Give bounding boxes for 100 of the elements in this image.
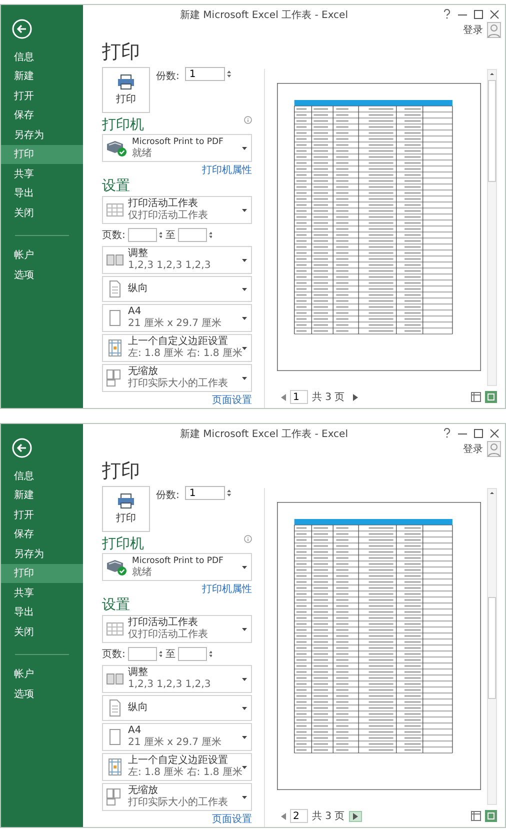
- copies-label: 份数:: [156, 70, 180, 83]
- back-button[interactable]: [12, 19, 32, 39]
- section-heading: 设置: [102, 177, 131, 195]
- window-title: 新建 Microsoft Excel 工作表 - Excel: [179, 8, 349, 22]
- scrollbar[interactable]: [487, 488, 497, 805]
- orientation-dropdown[interactable]: 纵向: [102, 276, 252, 302]
- caret-icon: [242, 288, 247, 290]
- nav-item[interactable]: 保存: [1, 106, 83, 125]
- spinner-icon[interactable]: [208, 649, 212, 659]
- page-heading: 打印: [102, 41, 141, 63]
- back-button[interactable]: [12, 438, 32, 458]
- nav-item[interactable]: 新建: [1, 486, 83, 505]
- caret-icon: [242, 766, 247, 768]
- page-from-field[interactable]: [128, 647, 156, 661]
- nav-item[interactable]: 导出: [1, 602, 83, 622]
- next-arrow-icon: [352, 394, 358, 400]
- copies-label: 份数:: [156, 489, 180, 502]
- window-title: 新建 Microsoft Excel 工作表 - Excel: [179, 428, 349, 441]
- page-number-field[interactable]: 1: [290, 390, 308, 404]
- section-heading: 打印机: [102, 535, 144, 553]
- caret-icon: [242, 208, 247, 212]
- caret-icon: [242, 258, 247, 262]
- nav-item[interactable]: 关闭: [1, 622, 83, 642]
- zoom-page-icon[interactable]: [485, 391, 497, 403]
- caret-icon: [242, 346, 247, 350]
- printer-properties-link[interactable]: 打印机属性: [202, 582, 252, 596]
- help-icon[interactable]: [443, 428, 451, 438]
- maximize-icon[interactable]: [474, 428, 483, 438]
- margins-dropdown[interactable]: 上一个自定义边距设置 左: 1.8 厘米 右: 1.8 厘米: [102, 753, 252, 781]
- page-to-field[interactable]: [178, 228, 206, 242]
- nav-item[interactable]: 打印: [1, 564, 83, 583]
- nav-item[interactable]: 信息: [1, 466, 83, 486]
- spinner-icon[interactable]: [158, 649, 162, 659]
- nav-item[interactable]: 另存为: [1, 544, 83, 564]
- info-icon[interactable]: [244, 535, 252, 543]
- maximize-icon[interactable]: [474, 10, 483, 18]
- page-count: 共 3 页: [312, 390, 345, 404]
- show-margins-icon[interactable]: [471, 811, 481, 821]
- print-what-dropdown[interactable]: 打印活动工作表 仅打印活动工作表: [102, 615, 252, 643]
- nav-item[interactable]: 信息: [1, 47, 83, 66]
- page-setup-link[interactable]: 页面设置: [212, 812, 252, 826]
- nav-item[interactable]: 关闭: [1, 203, 83, 222]
- print-button[interactable]: 打印: [102, 486, 150, 532]
- margins-dropdown[interactable]: 上一个自定义边距设置 左: 1.8 厘米 右: 1.8 厘米: [102, 334, 252, 362]
- nav-item[interactable]: 帐户: [1, 246, 83, 265]
- to-label: 至: [165, 648, 176, 661]
- printer-ready-icon: [106, 558, 128, 576]
- nav-item[interactable]: 另存为: [1, 125, 83, 144]
- spinner-icon[interactable]: [208, 230, 212, 240]
- next-page-button[interactable]: [348, 810, 362, 822]
- sign-in-link[interactable]: 登录: [463, 442, 483, 456]
- collate-dropdown[interactable]: 调整 1,2,3 1,2,3 1,2,3: [102, 246, 252, 274]
- scroll-up-icon[interactable]: [488, 70, 496, 78]
- printer-dropdown[interactable]: Microsoft Print to PDF 就绪: [102, 553, 252, 581]
- nav-item[interactable]: 选项: [1, 684, 83, 704]
- sign-in-link[interactable]: 登录: [463, 23, 483, 37]
- orientation-dropdown[interactable]: 纵向: [102, 695, 252, 721]
- nav-item[interactable]: 共享: [1, 583, 83, 602]
- collate-dropdown[interactable]: 调整 1,2,3 1,2,3 1,2,3: [102, 665, 252, 693]
- page-setup-link[interactable]: 页面设置: [212, 393, 252, 407]
- nav-item[interactable]: 导出: [1, 184, 83, 203]
- paper-size-dropdown[interactable]: A4 21 厘米 x 29.7 厘米: [102, 304, 252, 332]
- info-icon[interactable]: [244, 116, 252, 124]
- scrollbar[interactable]: [487, 69, 497, 386]
- nav-item[interactable]: 共享: [1, 164, 83, 184]
- paper-size-dropdown[interactable]: A4 21 厘米 x 29.7 厘米: [102, 723, 252, 751]
- zoom-page-icon[interactable]: [485, 810, 497, 822]
- nav-item[interactable]: 保存: [1, 524, 83, 544]
- nav-item[interactable]: 打开: [1, 505, 83, 524]
- show-margins-icon[interactable]: [471, 392, 481, 402]
- print-what-dropdown[interactable]: 打印活动工作表 仅打印活动工作表: [102, 196, 252, 224]
- copies-field[interactable]: 1: [185, 486, 226, 500]
- nav-item[interactable]: 打开: [1, 86, 83, 106]
- printer-properties-link[interactable]: 打印机属性: [202, 163, 252, 177]
- grid-icon: [106, 620, 124, 638]
- previous-page-icon[interactable]: [281, 812, 286, 820]
- section-heading: 打印机: [102, 116, 144, 134]
- copies-field[interactable]: 1: [185, 67, 226, 81]
- scaling-dropdown[interactable]: 无缩放 打印实际大小的工作表: [102, 364, 252, 392]
- caret-icon: [242, 146, 247, 150]
- scaling-dropdown[interactable]: 无缩放 打印实际大小的工作表: [102, 783, 252, 811]
- printer-dropdown[interactable]: Microsoft Print to PDF 就绪: [102, 134, 252, 162]
- caret-icon: [242, 796, 247, 798]
- nav-item[interactable]: 帐户: [1, 664, 83, 684]
- print-button[interactable]: 打印: [102, 67, 150, 113]
- printer-icon: [117, 74, 135, 90]
- caret-icon: [242, 736, 247, 738]
- caret-icon: [242, 628, 247, 630]
- close-icon[interactable]: [490, 428, 499, 438]
- scroll-up-icon[interactable]: [488, 489, 496, 497]
- nav-item[interactable]: 新建: [1, 66, 83, 86]
- page-to-field[interactable]: [178, 647, 206, 661]
- help-icon[interactable]: [443, 9, 451, 19]
- nav-item[interactable]: 选项: [1, 265, 83, 284]
- page-number-field[interactable]: 2: [290, 809, 308, 823]
- page-from-field[interactable]: [128, 228, 156, 242]
- spinner-icon[interactable]: [158, 230, 162, 240]
- close-icon[interactable]: [490, 10, 499, 18]
- previous-page-icon[interactable]: [281, 394, 286, 400]
- nav-item[interactable]: 打印: [1, 144, 83, 164]
